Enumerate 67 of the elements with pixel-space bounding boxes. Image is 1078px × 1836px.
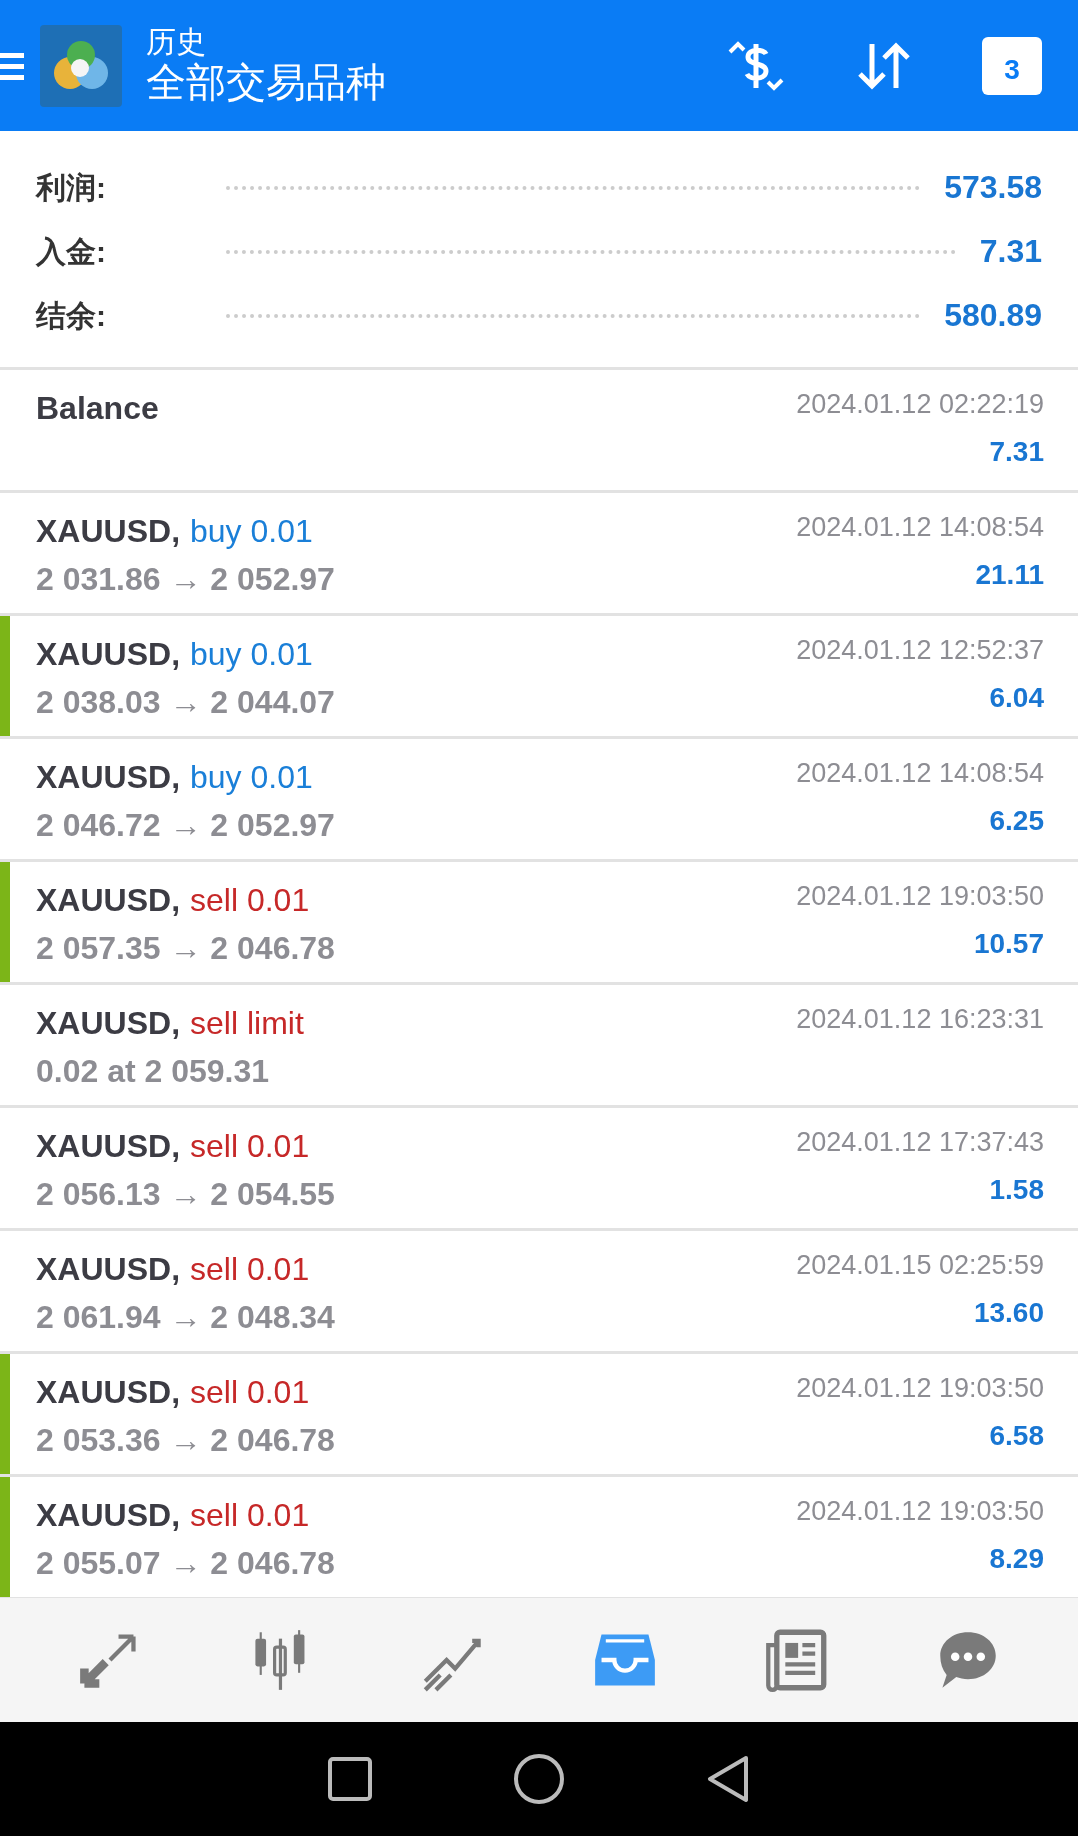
trade-type: sell 0.01 (190, 1250, 310, 1289)
symbol-label: XAUUSD, (36, 635, 180, 674)
trade-type: sell 0.01 (190, 881, 310, 920)
price-line: 2 055.07 → 2 046.78 (36, 1544, 335, 1583)
summary-label: 利润: (36, 169, 107, 206)
price-line: 2 056.13 → 2 054.55 (36, 1175, 335, 1214)
symbol-label: XAUUSD, (36, 1127, 180, 1166)
symbol-label: XAUUSD, (36, 881, 180, 920)
symbol-label: XAUUSD, (36, 512, 180, 551)
summary-value: 7.31 (979, 232, 1042, 271)
symbol-label: XAUUSD, (36, 1004, 180, 1043)
symbol-label: XAUUSD, (36, 758, 180, 797)
recent-apps-icon[interactable] (327, 1756, 373, 1802)
deal-row[interactable]: XAUUSD, buy 0.01 2 031.86 → 2 052.97 2024.01.12 14:08:54 21.11 (0, 493, 1078, 616)
deal-time: 2024.01.12 14:08:54 (796, 511, 1044, 544)
price-line: 2 031.86 → 2 052.97 (36, 560, 335, 599)
trade-type: buy 0.01 (190, 758, 313, 797)
summary-label: 入金: (36, 233, 107, 270)
price-line: 2 057.35 → 2 046.78 (36, 929, 335, 968)
deal-row[interactable]: XAUUSD, buy 0.01 2 046.72 → 2 052.97 2024.01.12 14:08:54 6.25 (0, 739, 1078, 862)
profit-value: 7.31 (989, 434, 1044, 469)
deal-row[interactable]: Balance 2024.01.12 02:22:19 7.31 (0, 370, 1078, 493)
summary-label: 结余: (36, 297, 107, 334)
home-icon[interactable] (513, 1753, 565, 1805)
deal-row[interactable]: XAUUSD, sell 0.01 2 056.13 → 2 054.55 2024.01.12 17:37:43 1.58 (0, 1108, 1078, 1231)
deal-time: 2024.01.12 19:03:50 (796, 1372, 1044, 1405)
deal-time: 2024.01.12 17:37:43 (796, 1126, 1044, 1159)
deal-row[interactable]: XAUUSD, sell 0.01 2 061.94 → 2 048.34 2024.01.15 02:25:59 13.60 (0, 1231, 1078, 1354)
price-line: 0.02 at 2 059.31 (36, 1052, 271, 1091)
trade-type: sell 0.01 (190, 1496, 310, 1535)
trade-type: sell 0.01 (190, 1373, 310, 1412)
profit-value: 1.58 (989, 1172, 1044, 1207)
symbol-label: Balance (36, 389, 159, 428)
deal-time: 2024.01.12 14:08:54 (796, 757, 1044, 790)
symbol-label: XAUUSD, (36, 1250, 180, 1289)
price-line: 2 046.72 → 2 052.97 (36, 806, 335, 845)
profit-value: 6.58 (989, 1418, 1044, 1453)
profit-value: 6.04 (989, 680, 1044, 715)
symbol-label: XAUUSD, (36, 1496, 180, 1535)
symbol-label: XAUUSD, (36, 1373, 180, 1412)
deal-time: 2024.01.15 02:25:59 (796, 1249, 1044, 1282)
trade-type: buy 0.01 (190, 635, 313, 674)
back-icon[interactable] (705, 1754, 751, 1804)
profit-value: 8.29 (989, 1541, 1044, 1576)
profit-value: 10.57 (973, 926, 1044, 961)
price-line: 2 053.36 → 2 046.78 (36, 1421, 335, 1460)
app-logo-icon (40, 24, 122, 107)
price-line: 2 038.03 → 2 044.07 (36, 683, 335, 722)
calendar-button[interactable]: 3 (982, 36, 1042, 95)
trade-type: sell limit (190, 1004, 304, 1043)
screen-title: 历史 (146, 25, 207, 58)
deal-row[interactable]: XAUUSD, sell limit 0.02 at 2 059.31 2024.01.12 16:23:31 (0, 985, 1078, 1108)
news-icon[interactable] (764, 1628, 829, 1692)
trade-type: buy 0.01 (190, 512, 313, 551)
price-line: 2 061.94 → 2 048.34 (36, 1298, 335, 1337)
profit-value: 6.25 (989, 803, 1044, 838)
deal-time: 2024.01.12 16:23:31 (796, 1003, 1044, 1036)
profit-value: 13.60 (973, 1295, 1044, 1330)
profit-value: 21.11 (975, 557, 1044, 592)
deal-time: 2024.01.12 19:03:50 (796, 1495, 1044, 1528)
summary-value: 580.89 (944, 296, 1042, 335)
deal-time: 2024.01.12 12:52:37 (796, 634, 1044, 667)
trade-type: sell 0.01 (190, 1127, 310, 1166)
symbol-filter[interactable]: 全部交易品种 (146, 58, 386, 106)
summary-value: 573.58 (944, 168, 1042, 207)
deal-time: 2024.01.12 19:03:50 (796, 880, 1044, 913)
deal-time: 2024.01.12 02:22:19 (796, 388, 1044, 421)
